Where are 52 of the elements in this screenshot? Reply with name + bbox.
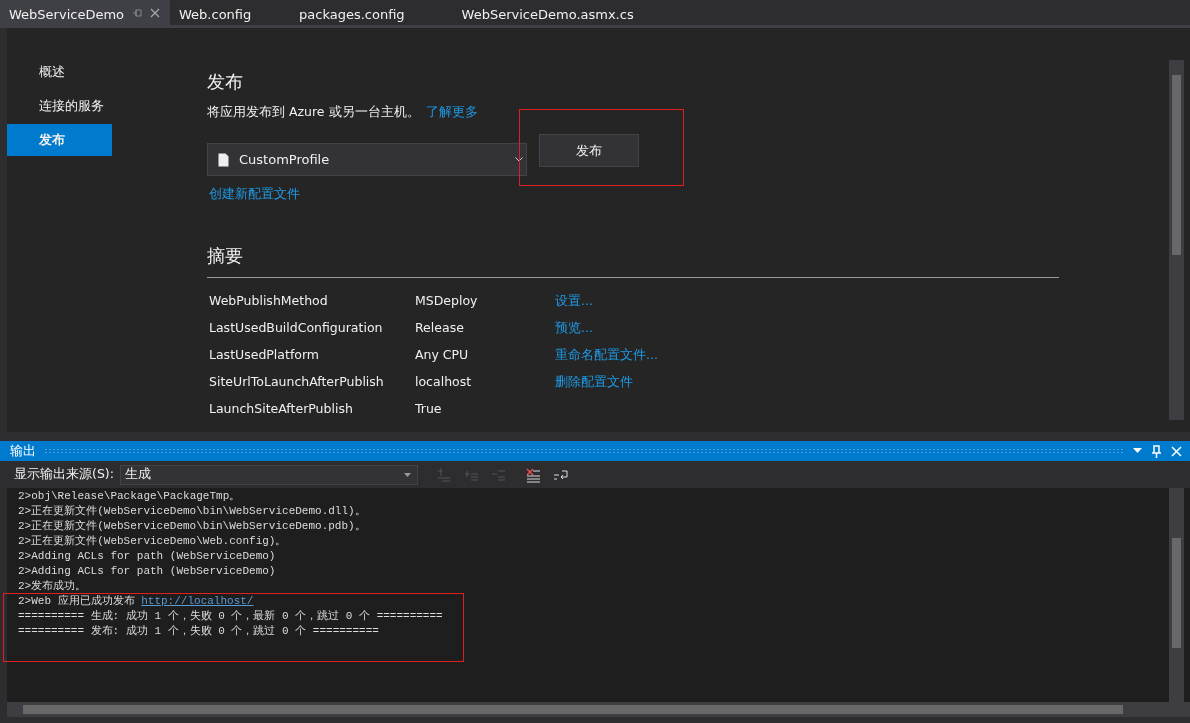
output-line: 2>正在更新文件(WebServiceDemo\bin\WebServiceDemo.dll)。 — [17, 504, 367, 519]
chevron-icon — [515, 157, 523, 163]
document-tab[interactable]: WebServiceDemo — [0, 0, 170, 25]
property-name: WebPublishMethod — [208, 292, 329, 310]
property-value: Any CPU — [415, 346, 470, 364]
dropdown-icon — [403, 472, 411, 477]
learn-more-link[interactable]: 了解更多 — [425, 103, 478, 122]
close-icon[interactable] — [150, 8, 160, 18]
document-tab[interactable]: Web.config — [170, 0, 290, 25]
document-icon — [218, 152, 229, 167]
scrollbar[interactable] — [1169, 60, 1184, 420]
nav-item[interactable]: 连接的服务 — [7, 90, 112, 122]
dropdown-icon[interactable] — [1133, 448, 1142, 454]
create-profile-link[interactable]: 创建新配置文件 — [209, 185, 300, 204]
document-tab[interactable]: packages.config — [290, 0, 415, 25]
source-label: 显示输出来源(S): — [14, 465, 114, 484]
horizontal-scrollbar[interactable] — [7, 702, 1190, 717]
output-link[interactable]: http://localhost/ — [141, 595, 254, 607]
source-dropdown[interactable]: 生成 — [119, 464, 418, 485]
section-title: 摘要 — [207, 244, 244, 268]
nav-item[interactable]: 发布 — [7, 124, 112, 156]
property-value: Release — [415, 319, 465, 337]
property-name: LastUsedPlatform — [208, 346, 321, 364]
action-link[interactable]: 设置... — [555, 292, 593, 319]
section-title: 发布 — [207, 70, 244, 94]
output-line: 2>Adding ACLs for path (WebServiceDemo) — [17, 549, 277, 564]
publish-button[interactable]: 发布 — [539, 134, 640, 168]
property-name: LastUsedBuildConfiguration — [208, 319, 384, 337]
output-line: 2>发布成功。 — [17, 579, 88, 594]
property-value: MSDeploy — [415, 292, 479, 310]
document-tab[interactable]: WebServiceDemo.asmx.cs — [452, 0, 644, 25]
scrollbar[interactable] — [1169, 488, 1184, 702]
action-link[interactable]: 重命名配置文件... — [555, 346, 658, 373]
property-value: localhost — [415, 373, 473, 391]
nav-item[interactable]: 概述 — [7, 56, 112, 88]
description-text: 将应用发布到 Azure 或另一台主机。 — [207, 103, 420, 121]
action-link[interactable]: 删除配置文件 — [555, 373, 633, 400]
property-name: LaunchSiteAfterPublish — [208, 400, 354, 418]
output-line: 2>Adding ACLs for path (WebServiceDemo) — [17, 564, 277, 579]
output-line: 2>正在更新文件(WebServiceDemo\bin\WebServiceDemo.pdb)。 — [17, 519, 367, 534]
output-line: ========== 生成: 成功 1 个，失败 0 个，最新 0 个，跳过 0 个 ========== — [17, 609, 444, 624]
output-line: 2>正在更新文件(WebServiceDemo\Web.config)。 — [17, 534, 288, 549]
property-value: True — [415, 400, 443, 418]
clear-all-icon[interactable] — [524, 466, 542, 483]
property-name: SiteUrlToLaunchAfterPublish — [208, 373, 385, 391]
output-line: ========== 发布: 成功 1 个，失败 0 个，跳过 0 个 ========== — [17, 624, 380, 639]
output-line: 2>obj\Release\Package\PackageTmp。 — [17, 489, 242, 504]
pin-icon[interactable] — [132, 8, 142, 18]
action-link[interactable]: 预览... — [555, 319, 593, 346]
profile-dropdown[interactable]: CustomProfile — [207, 143, 527, 177]
output-line: 2>Web 应用已成功发布 http://localhost/ — [17, 594, 255, 609]
panel-title: 输出 — [10, 441, 36, 460]
